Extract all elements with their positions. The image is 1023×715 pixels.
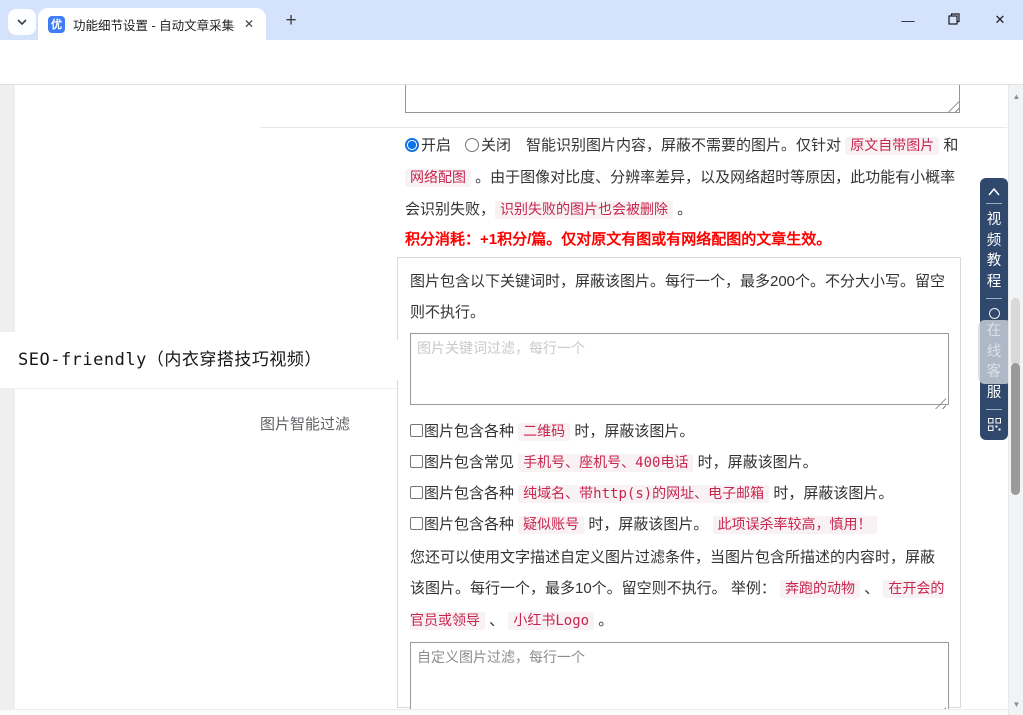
radio-off[interactable] xyxy=(465,138,479,152)
custom-filter-field xyxy=(410,642,949,715)
image-filter-box: 图片包含以下关键词时，屏蔽该图片。每行一个，最多200个。不分大小写。留空则不执… xyxy=(397,257,961,708)
account-filter-label: 图片包含各种 疑似账号 时，屏蔽该图片。 此项误杀率较高，慎用！ xyxy=(424,516,877,533)
field-label: 图片智能过滤 xyxy=(160,409,350,440)
video-tutorial-button[interactable]: 视频教程 xyxy=(986,210,1002,292)
widget-divider xyxy=(986,298,1002,299)
image-recognition-setting: 开启关闭 智能识别图片内容，屏蔽不需要的图片。仅针对 原文自带图片 和 网络配图… xyxy=(405,130,961,226)
page-content: 开启关闭 智能识别图片内容，屏蔽不需要的图片。仅针对 原文自带图片 和 网络配图… xyxy=(0,85,1023,715)
custom-filter-textarea[interactable] xyxy=(410,642,949,714)
window-controls: — ✕ xyxy=(885,0,1023,40)
browser-tab[interactable]: 优 功能细节设置 - 自动文章采集器 ✕ xyxy=(38,8,266,40)
radio-on[interactable] xyxy=(405,138,419,152)
scrollbar-thumb-secondary[interactable] xyxy=(1011,298,1020,366)
scrollbar-thumb[interactable] xyxy=(1011,363,1020,495)
band-divider xyxy=(0,388,397,389)
filter-option-row: 图片包含各种 疑似账号 时，屏蔽该图片。 此项误杀率较高，慎用！ xyxy=(410,509,948,540)
custom-filter-intro: 您还可以使用文字描述自定义图片过滤条件，当图片包含所描述的内容时，屏蔽该图片。每… xyxy=(410,542,948,637)
customer-service-icon xyxy=(989,308,1000,319)
points-cost-note: 积分消耗：+1积分/篇。仅对原文有图或有网络配图的文章生效。 xyxy=(405,224,961,255)
chevron-down-icon xyxy=(16,13,28,31)
site-favicon: 优 xyxy=(48,16,65,33)
radio-on-label: 开启 xyxy=(421,137,451,154)
radio-off-label: 关闭 xyxy=(481,137,511,154)
floating-side-widget: 视频教程 在线客服 xyxy=(980,178,1008,440)
qrcode-filter-checkbox[interactable] xyxy=(410,424,423,437)
previous-settings-textarea[interactable] xyxy=(405,85,960,113)
window-bottom-edge xyxy=(0,709,1008,715)
restore-icon xyxy=(948,13,960,28)
page-margin-strip xyxy=(0,85,15,332)
tab-search-button[interactable] xyxy=(8,9,36,35)
filter-option-row: 图片包含各种 纯域名、带http(s)的网址、电子邮箱 时，屏蔽该图片。 xyxy=(410,478,948,509)
filter-option-row: 图片包含各种 二维码 时，屏蔽该图片。 xyxy=(410,416,948,447)
qr-code-icon[interactable] xyxy=(988,418,1001,431)
phone-filter-checkbox[interactable] xyxy=(410,455,423,468)
scroll-up-icon[interactable]: ▲ xyxy=(1009,89,1023,103)
filter-option-row: 图片包含常见 手机号、座机号、400电话 时，屏蔽该图片。 xyxy=(410,447,948,478)
page-margin-strip xyxy=(0,389,15,709)
widget-divider xyxy=(986,409,1002,410)
scroll-down-icon[interactable]: ▼ xyxy=(1009,697,1023,711)
tab-title: 功能细节设置 - 自动文章采集器 xyxy=(73,15,235,34)
account-filter-checkbox[interactable] xyxy=(410,517,423,530)
restore-button[interactable] xyxy=(931,0,977,40)
section-divider xyxy=(260,127,1007,128)
url-filter-checkbox[interactable] xyxy=(410,486,423,499)
keyword-filter-textarea[interactable] xyxy=(410,333,949,405)
browser-toolbar: ← → ↻ ucaiyun.com/caiji/settings/ ☆ 井 ⋮ xyxy=(0,40,1023,85)
overlay-scroll-thumb[interactable] xyxy=(978,320,1012,384)
qrcode-filter-label: 图片包含各种 二维码 时，屏蔽该图片。 xyxy=(424,423,694,440)
page-title: SEO-friendly（内衣穿搭技巧视频） xyxy=(18,340,398,380)
new-tab-button[interactable]: + xyxy=(278,8,304,34)
collapse-chevron-icon[interactable] xyxy=(987,187,1001,197)
browser-window: 优 功能细节设置 - 自动文章采集器 ✕ + — ✕ ← → ↻ ucaiyun… xyxy=(0,0,1023,715)
browser-titlebar: 优 功能细节设置 - 自动文章采集器 ✕ + — ✕ xyxy=(0,0,1023,40)
widget-divider xyxy=(986,203,1002,204)
close-window-button[interactable]: ✕ xyxy=(977,0,1023,40)
phone-filter-label: 图片包含常见 手机号、座机号、400电话 时，屏蔽该图片。 xyxy=(424,454,818,471)
keyword-filter-field xyxy=(410,333,949,416)
minimize-button[interactable]: — xyxy=(885,0,931,40)
tab-close-icon[interactable]: ✕ xyxy=(240,15,258,33)
keyword-filter-intro: 图片包含以下关键词时，屏蔽该图片。每行一个，最多200个。不分大小写。留空则不执… xyxy=(410,266,948,328)
url-filter-label: 图片包含各种 纯域名、带http(s)的网址、电子邮箱 时，屏蔽该图片。 xyxy=(424,485,893,502)
